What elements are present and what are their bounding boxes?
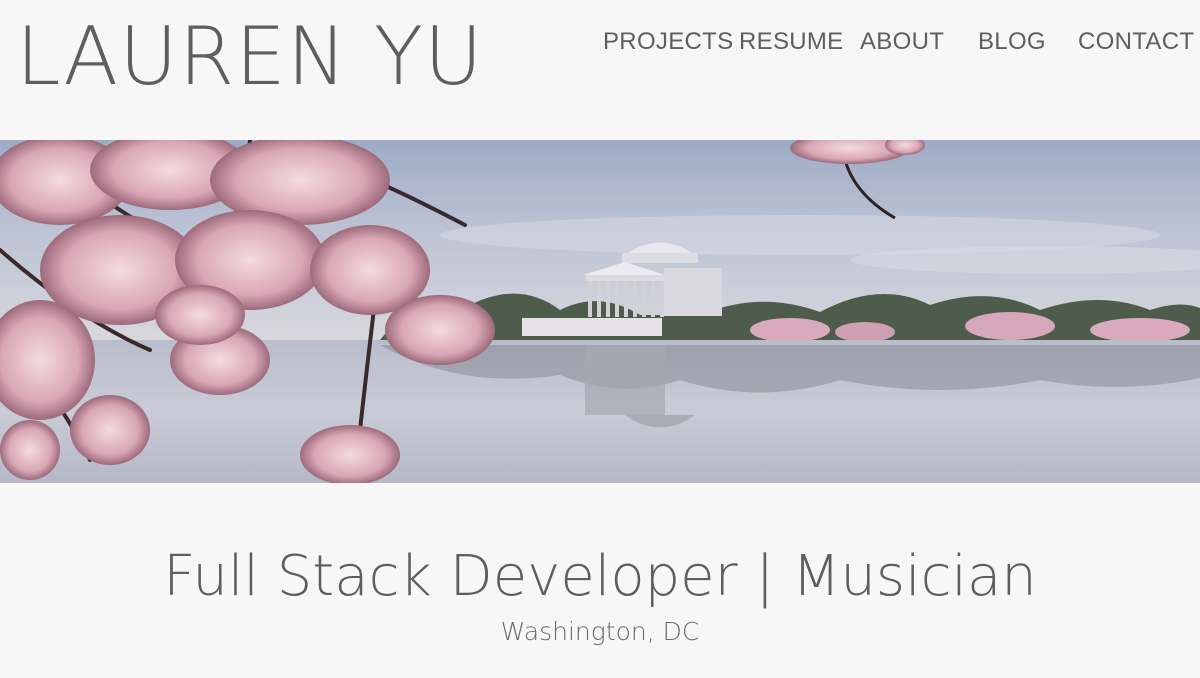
location-text: Washington, DC bbox=[500, 617, 700, 646]
nav-blog[interactable]: BLOG bbox=[978, 26, 1046, 58]
nav-contact[interactable]: CONTACT bbox=[1078, 26, 1194, 58]
nav-projects[interactable]: PROJECTS bbox=[603, 26, 733, 58]
hero-tagline: Full Stack Developer | Musician bbox=[163, 544, 1037, 609]
nav-about[interactable]: ABOUT bbox=[860, 26, 944, 58]
hero-banner bbox=[0, 140, 1200, 483]
hero-image bbox=[0, 140, 1200, 483]
nav-resume[interactable]: RESUME bbox=[739, 26, 843, 58]
main-nav: PROJECTS RESUME ABOUT BLOG CONTACT bbox=[0, 26, 1200, 58]
